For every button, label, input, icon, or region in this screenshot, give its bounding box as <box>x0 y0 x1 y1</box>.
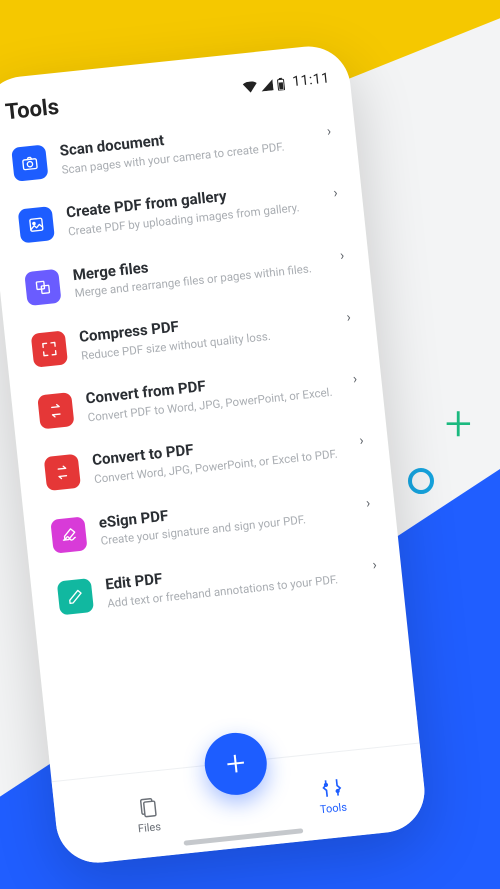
chevron-right-icon: › <box>363 495 373 512</box>
deco-circle-icon <box>408 468 434 494</box>
clock-text: 11:11 <box>292 70 331 90</box>
plus-icon: + <box>224 743 247 785</box>
chevron-right-icon: › <box>344 309 354 326</box>
merge-icon <box>24 268 61 305</box>
edit-icon <box>57 578 94 615</box>
chevron-right-icon: › <box>370 557 380 574</box>
battery-icon <box>276 77 285 91</box>
chevron-right-icon: › <box>337 247 347 264</box>
tools-icon <box>319 775 343 799</box>
home-handle <box>184 828 304 846</box>
convfrom-icon <box>37 392 74 429</box>
page-title: Tools <box>4 94 60 124</box>
wifi-icon <box>242 80 257 92</box>
gallery-icon <box>18 206 55 243</box>
chevron-right-icon: › <box>331 185 341 202</box>
signal-icon <box>260 79 273 91</box>
chevron-right-icon: › <box>324 123 334 140</box>
convto-icon <box>44 454 81 491</box>
scan-icon <box>11 145 48 182</box>
files-icon <box>135 795 159 819</box>
deco-plus-icon: + <box>445 400 472 448</box>
tools-list: Scan documentScan pages with your camera… <box>8 100 400 779</box>
nav-tools-label: Tools <box>319 800 347 816</box>
chevron-right-icon: › <box>350 371 360 388</box>
esign-icon <box>50 516 87 553</box>
nav-tools[interactable]: Tools <box>300 773 364 817</box>
compress-icon <box>31 330 68 367</box>
chevron-right-icon: › <box>357 433 367 450</box>
tool-text: Edit PDFAdd text or freehand annotations… <box>104 549 358 611</box>
nav-files[interactable]: Files <box>116 793 180 837</box>
phone-mockup: Tools 11:11 Scan documentScan pages with… <box>0 42 429 866</box>
nav-files-label: Files <box>137 820 161 835</box>
status-icons: 11:11 <box>242 70 331 95</box>
